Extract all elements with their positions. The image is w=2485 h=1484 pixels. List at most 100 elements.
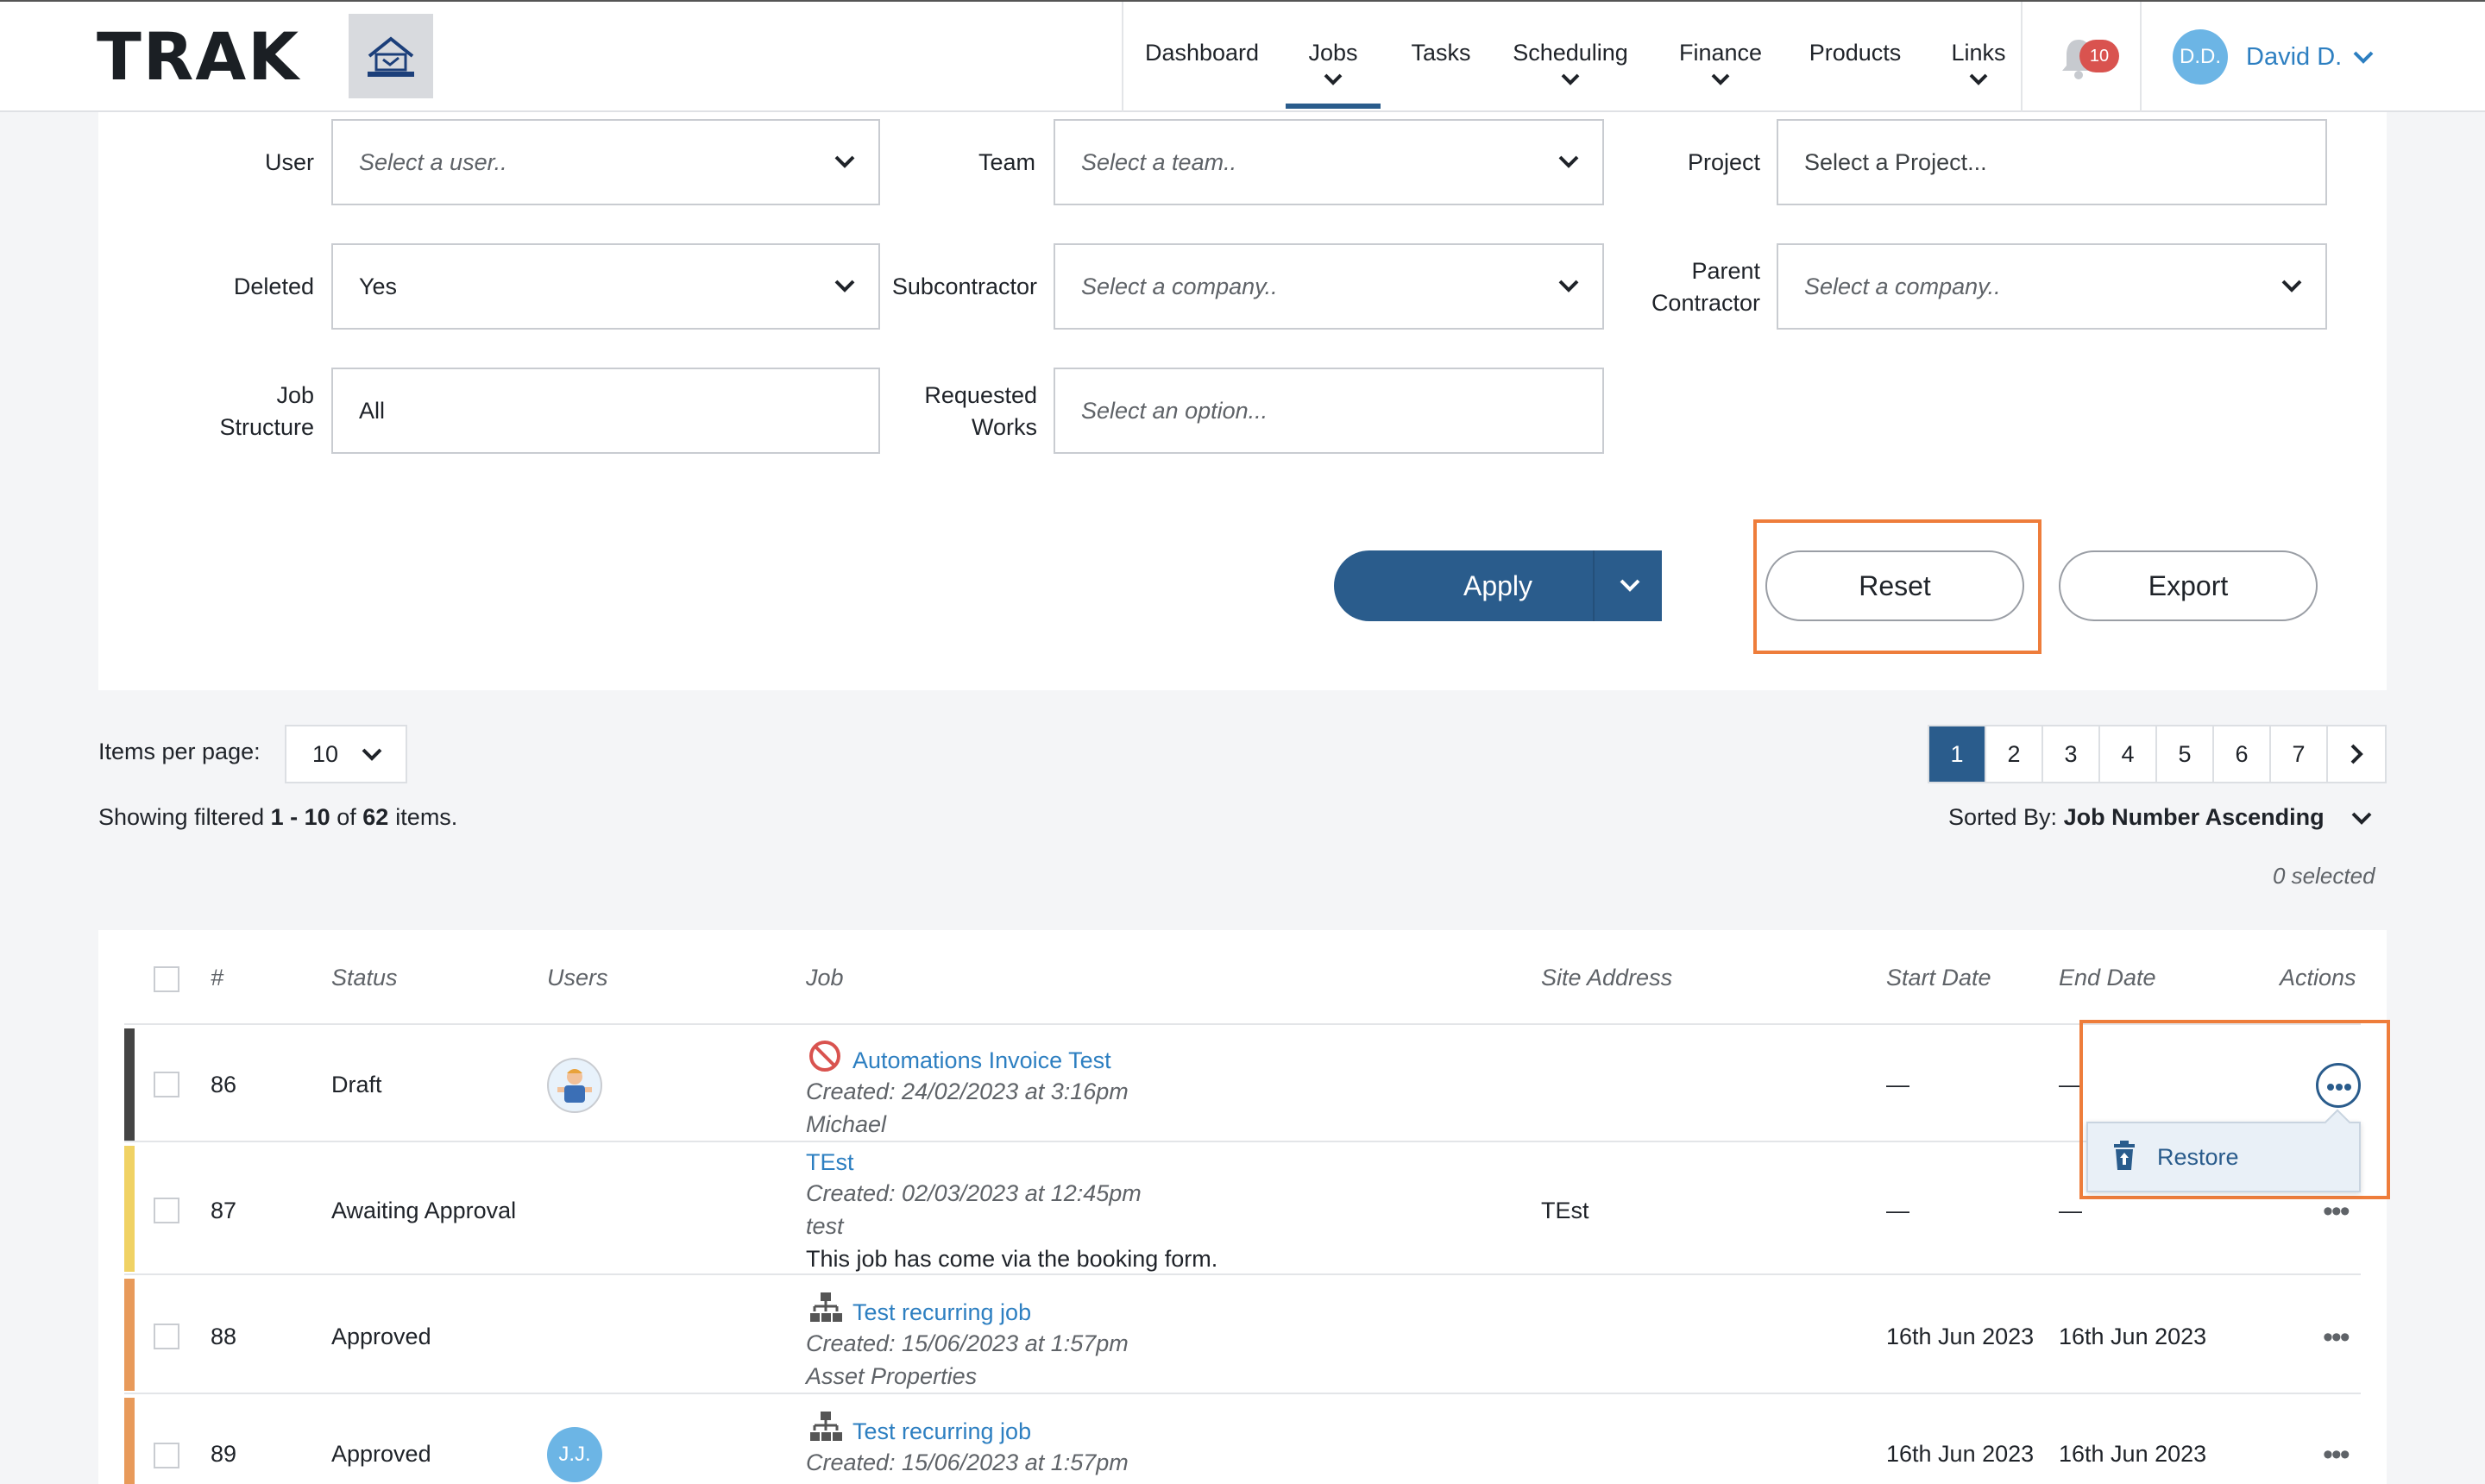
showing-prefix: Showing filtered [98,804,265,830]
page-6-button[interactable]: 6 [2214,726,2271,782]
job-subtitle: test [806,1213,844,1239]
row-divider [124,1141,2361,1142]
chevron-down-icon[interactable] [2352,50,2375,66]
user-avatar[interactable]: J.J. [547,1427,602,1482]
column-header-start-date[interactable]: Start Date [1886,965,1991,991]
job-title-link[interactable]: Test recurring job [852,1299,1031,1326]
job-created: Created: 15/06/2023 at 1:57pm [806,1330,1129,1356]
job-number: 87 [211,1198,237,1223]
page-5-button[interactable]: 5 [2157,726,2214,782]
column-header-job[interactable]: Job [806,965,844,991]
nav-label: Finance [1678,40,1763,66]
row-actions-button[interactable]: ••• [2323,1323,2350,1352]
apply-options-toggle[interactable] [1593,550,1662,621]
nav-scheduling[interactable]: Scheduling [1501,2,1639,112]
start-date: 16th Jun 2023 [1886,1441,2035,1467]
job-title-link[interactable]: Automations Invoice Test [852,1047,1111,1074]
nav-label: Dashboard [1144,40,1260,66]
chevron-right-icon [2350,744,2363,764]
row-actions-button-open[interactable] [2316,1063,2361,1108]
items-per-page-value: 10 [312,741,339,767]
nav-label: Scheduling [1513,40,1628,66]
page-1-button[interactable]: 1 [1929,726,1986,782]
page-7-button[interactable]: 7 [2271,726,2328,782]
nav-label: Jobs [1308,40,1358,66]
job-status: Approved [331,1324,431,1349]
hierarchy-icon [810,1412,842,1441]
row-divider [124,1273,2361,1275]
next-page-button[interactable] [2328,726,2385,782]
select-all-checkbox[interactable] [154,966,179,992]
user-select[interactable]: Select a user.. [331,119,880,205]
team-select[interactable]: Select a team.. [1054,119,1604,205]
sort-selector[interactable]: Sorted By: Job Number Ascending [1948,804,2325,831]
job-subtitle: Michael [806,1111,887,1137]
deleted-select[interactable]: Yes [331,243,880,330]
job-structure-filter-label: Job Structure [185,380,314,443]
column-header-site-address[interactable]: Site Address [1541,965,1672,991]
parent-contractor-select[interactable]: Select a company.. [1777,243,2327,330]
user-avatar[interactable]: D.D. [2173,29,2228,85]
top-navigation-bar: TRAK Dashboard Jobs Tasks Scheduling Fin… [0,0,2485,112]
nav-tasks[interactable]: Tasks [1398,2,1484,112]
status-stripe [124,1028,135,1141]
header-divider [124,1023,2361,1025]
row-actions-button[interactable]: ••• [2323,1197,2350,1226]
parent-contractor-filter-label: Parent Contractor [1605,255,1760,319]
row-actions-button[interactable]: ••• [2323,1440,2350,1469]
chevron-down-icon [1711,73,1730,85]
column-header-status[interactable]: Status [331,965,398,991]
row-checkbox[interactable] [154,1198,179,1223]
page-4-button[interactable]: 4 [2100,726,2157,782]
pagination: 1 2 3 4 5 6 7 [1928,725,2387,783]
items-per-page-select[interactable]: 10 [285,725,407,783]
chevron-down-icon[interactable] [2350,811,2373,827]
team-select-placeholder: Select a team.. [1081,149,1237,175]
restore-menu-item[interactable]: Restore [2086,1109,2361,1192]
nav-finance[interactable]: Finance [1660,2,1781,112]
chevron-down-icon [1324,73,1343,85]
row-checkbox[interactable] [154,1324,179,1349]
selected-count: 0 selected [2273,863,2375,889]
row-checkbox[interactable] [154,1443,179,1468]
column-header-number[interactable]: # [211,965,223,991]
job-structure-select[interactable]: All [331,368,880,454]
job-created: Created: 15/06/2023 at 1:57pm [806,1449,1129,1475]
column-header-actions: Actions [2280,965,2356,990]
user-name-menu[interactable]: David D. [2246,43,2342,72]
chevron-down-icon [362,748,382,761]
project-select-placeholder: Select a Project... [1804,149,1987,175]
trash-restore-icon [2114,1141,2135,1170]
page-3-button[interactable]: 3 [2043,726,2100,782]
start-date: — [1886,1198,1909,1223]
user-select-placeholder: Select a user.. [359,149,507,175]
nav-dashboard[interactable]: Dashboard [1144,2,1260,112]
handyman-partner-logo [349,14,433,98]
chevron-down-icon [834,280,855,292]
subcontractor-select[interactable]: Select a company.. [1054,243,1604,330]
chevron-down-icon [1558,155,1579,168]
reset-button[interactable]: Reset [1765,550,2024,621]
export-button[interactable]: Export [2059,550,2318,621]
row-checkbox[interactable] [154,1072,179,1097]
page-2-button[interactable]: 2 [1986,726,2043,782]
job-title-link[interactable]: TEst [806,1149,854,1176]
end-date: — [2059,1198,2082,1223]
row-divider [124,1393,2361,1394]
requested-works-select[interactable]: Select an option... [1054,368,1604,454]
trak-logo[interactable]: TRAK [97,24,300,90]
project-select[interactable]: Select a Project... [1777,119,2327,205]
showing-of: of [337,804,356,830]
column-header-end-date[interactable]: End Date [2059,965,2156,991]
prohibited-icon [809,1041,840,1072]
label-line: Structure [219,414,314,440]
nav-links[interactable]: Links [1931,2,2026,112]
job-created: Created: 24/02/2023 at 3:16pm [806,1078,1129,1104]
nav-products[interactable]: Products [1795,2,1916,112]
house-logo-icon [368,36,414,77]
user-avatar[interactable] [547,1058,602,1113]
job-title-link[interactable]: Test recurring job [852,1418,1031,1445]
requested-works-filter-label: Requested Works [882,380,1037,443]
nav-jobs[interactable]: Jobs [1286,2,1381,112]
notification-count-badge: 10 [2079,40,2119,72]
